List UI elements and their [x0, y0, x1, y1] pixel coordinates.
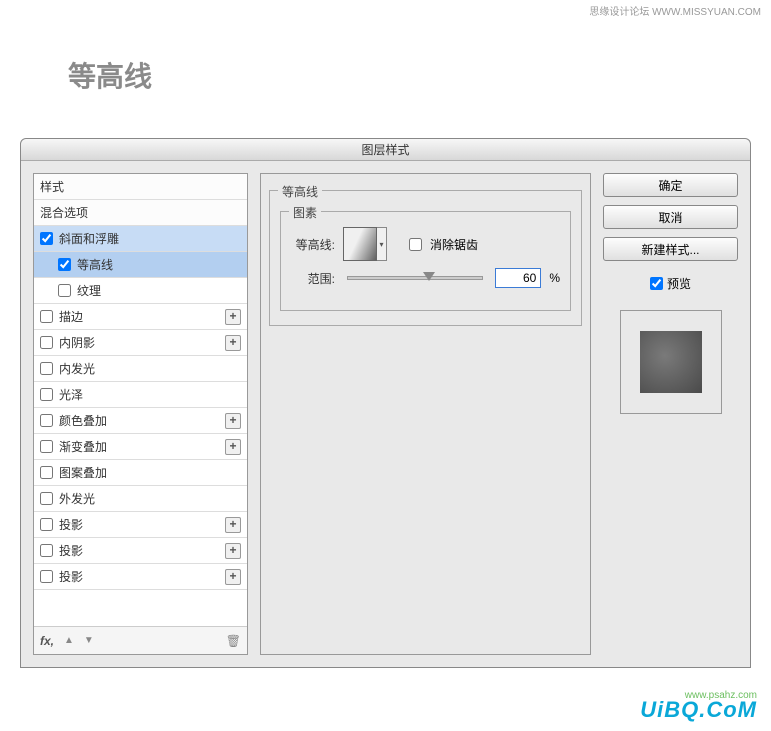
drop-shadow-row-3[interactable]: 投影 +	[34, 564, 247, 590]
preview-swatch	[640, 331, 702, 393]
drop-shadow-label-3: 投影	[59, 568, 83, 585]
blend-options-label: 混合选项	[40, 204, 88, 221]
outer-glow-checkbox[interactable]	[40, 492, 53, 505]
ok-button[interactable]: 确定	[603, 173, 738, 197]
contour-sub-label: 等高线	[77, 256, 113, 273]
dialog-titlebar: 图层样式	[21, 139, 750, 161]
inner-glow-checkbox[interactable]	[40, 362, 53, 375]
add-icon[interactable]: +	[225, 439, 241, 455]
styles-header-label: 样式	[40, 178, 64, 195]
gradient-overlay-row[interactable]: 渐变叠加 +	[34, 434, 247, 460]
inner-glow-label: 内发光	[59, 360, 95, 377]
styles-header[interactable]: 样式	[34, 174, 247, 200]
range-slider[interactable]	[347, 276, 483, 280]
color-overlay-label: 颜色叠加	[59, 412, 107, 429]
add-icon[interactable]: +	[225, 543, 241, 559]
outer-glow-row[interactable]: 外发光	[34, 486, 247, 512]
layer-style-dialog: 图层样式 样式 混合选项 斜面和浮雕 等高线 纹理 描边 + 内阴影 + 内发光 光…	[20, 138, 751, 668]
drop-shadow-row-1[interactable]: 投影 +	[34, 512, 247, 538]
pattern-overlay-label: 图案叠加	[59, 464, 107, 481]
styles-panel: 样式 混合选项 斜面和浮雕 等高线 纹理 描边 + 内阴影 + 内发光 光泽 颜色叠…	[33, 173, 248, 655]
drop-shadow-checkbox-2[interactable]	[40, 544, 53, 557]
range-row: 范围: %	[291, 264, 560, 292]
fx-icon[interactable]: fx,	[40, 634, 54, 648]
settings-panel: 等高线 图素 等高线: ▾ 消除锯齿 范围:	[260, 173, 591, 655]
drop-shadow-label-2: 投影	[59, 542, 83, 559]
watermark-bottom: UiBQ.CoM	[640, 697, 757, 723]
preview-label: 预览	[667, 275, 691, 292]
arrow-up-icon[interactable]: ▲	[64, 635, 74, 646]
stroke-checkbox[interactable]	[40, 310, 53, 323]
satin-checkbox[interactable]	[40, 388, 53, 401]
cancel-button[interactable]: 取消	[603, 205, 738, 229]
contour-group-label: 等高线	[278, 183, 322, 200]
add-icon[interactable]: +	[225, 413, 241, 429]
contour-group: 等高线 图素 等高线: ▾ 消除锯齿 范围:	[269, 190, 582, 326]
satin-row[interactable]: 光泽	[34, 382, 247, 408]
preview-checkbox[interactable]	[650, 277, 663, 290]
range-input[interactable]	[495, 268, 541, 288]
gradient-overlay-label: 渐变叠加	[59, 438, 107, 455]
drop-shadow-row-2[interactable]: 投影 +	[34, 538, 247, 564]
contour-thumbnail[interactable]	[343, 227, 377, 261]
trash-icon[interactable]: 🗑	[226, 634, 241, 648]
bevel-checkbox[interactable]	[40, 232, 53, 245]
stroke-label: 描边	[59, 308, 83, 325]
texture-sub-label: 纹理	[77, 282, 101, 299]
texture-sub-checkbox[interactable]	[58, 284, 71, 297]
pattern-overlay-row[interactable]: 图案叠加	[34, 460, 247, 486]
blend-options[interactable]: 混合选项	[34, 200, 247, 226]
satin-label: 光泽	[59, 386, 83, 403]
contour-sub-checkbox[interactable]	[58, 258, 71, 271]
styles-footer: fx, ▲ ▼ 🗑	[34, 626, 247, 654]
antialias-label: 消除锯齿	[430, 236, 478, 253]
add-icon[interactable]: +	[225, 569, 241, 585]
contour-sub-row[interactable]: 等高线	[34, 252, 247, 278]
contour-field-label: 等高线:	[291, 236, 335, 253]
drop-shadow-checkbox-3[interactable]	[40, 570, 53, 583]
slider-thumb[interactable]	[423, 272, 435, 281]
gradient-overlay-checkbox[interactable]	[40, 440, 53, 453]
inner-shadow-checkbox[interactable]	[40, 336, 53, 349]
preview-box	[620, 310, 722, 414]
range-field-label: 范围:	[291, 270, 335, 287]
buttons-panel: 确定 取消 新建样式... 预览	[603, 173, 738, 655]
dialog-content: 样式 混合选项 斜面和浮雕 等高线 纹理 描边 + 内阴影 + 内发光 光泽 颜色叠…	[21, 161, 750, 667]
contour-row: 等高线: ▾ 消除锯齿	[291, 230, 560, 258]
outer-glow-label: 外发光	[59, 490, 95, 507]
add-icon[interactable]: +	[225, 517, 241, 533]
color-overlay-checkbox[interactable]	[40, 414, 53, 427]
contour-picker[interactable]: ▾	[343, 227, 387, 261]
page-title: 等高线	[68, 55, 152, 95]
add-icon[interactable]: +	[225, 309, 241, 325]
drop-shadow-label-1: 投影	[59, 516, 83, 533]
inner-glow-row[interactable]: 内发光	[34, 356, 247, 382]
percent-label: %	[549, 271, 560, 285]
watermark-top: 思缘设计论坛 WWW.MISSYUAN.COM	[589, 3, 761, 18]
elements-group-label: 图素	[289, 204, 321, 221]
add-icon[interactable]: +	[225, 335, 241, 351]
elements-group: 图素 等高线: ▾ 消除锯齿 范围: %	[280, 211, 571, 311]
texture-sub-row[interactable]: 纹理	[34, 278, 247, 304]
bevel-emboss-row[interactable]: 斜面和浮雕	[34, 226, 247, 252]
stroke-row[interactable]: 描边 +	[34, 304, 247, 330]
bevel-label: 斜面和浮雕	[59, 230, 119, 247]
new-style-button[interactable]: 新建样式...	[603, 237, 738, 261]
color-overlay-row[interactable]: 颜色叠加 +	[34, 408, 247, 434]
inner-shadow-label: 内阴影	[59, 334, 95, 351]
preview-checkbox-row: 预览	[603, 275, 738, 292]
arrow-down-icon[interactable]: ▼	[84, 635, 94, 646]
drop-shadow-checkbox-1[interactable]	[40, 518, 53, 531]
antialias-checkbox[interactable]	[409, 238, 422, 251]
pattern-overlay-checkbox[interactable]	[40, 466, 53, 479]
chevron-down-icon[interactable]: ▾	[377, 227, 387, 261]
styles-list[interactable]: 样式 混合选项 斜面和浮雕 等高线 纹理 描边 + 内阴影 + 内发光 光泽 颜色叠…	[34, 174, 247, 626]
inner-shadow-row[interactable]: 内阴影 +	[34, 330, 247, 356]
